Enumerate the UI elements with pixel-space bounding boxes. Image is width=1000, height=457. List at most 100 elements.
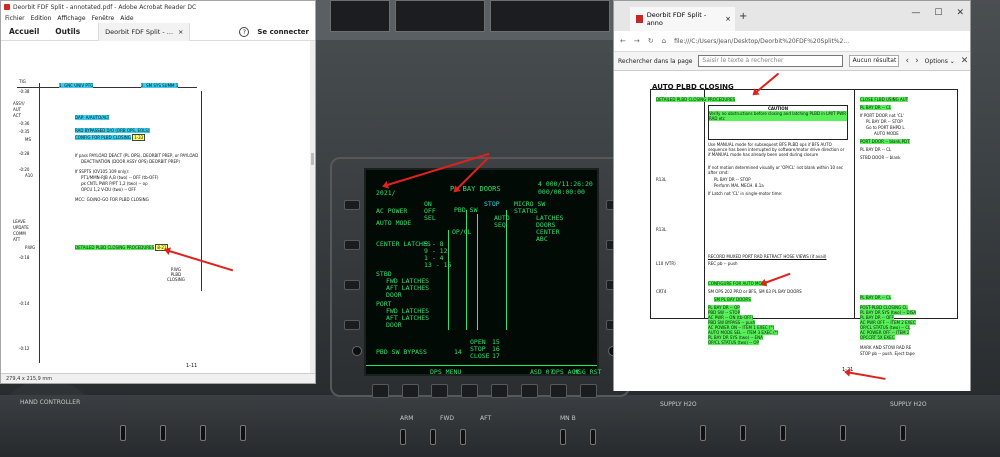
toggle-switch[interactable]	[740, 425, 746, 441]
timeline-axis	[39, 83, 40, 363]
close-tab-icon[interactable]: ×	[725, 15, 731, 23]
find-next-icon[interactable]: ›	[915, 56, 919, 66]
doc-text: RECORD MUXED PORT RAD RETRACT HOSE VIEWS…	[708, 254, 827, 259]
pdf-icon	[636, 15, 643, 23]
mdu-edge-key[interactable]	[344, 320, 360, 330]
mdu-divider	[466, 210, 467, 330]
mdu-softkey[interactable]: ASD 0?	[530, 368, 553, 376]
acrobat-menubar: Fichier Edition Affichage Fenêtre Aide	[1, 13, 315, 23]
timeline-label: ACT	[13, 113, 21, 118]
doc-step: SM PL BAY DOORS	[714, 297, 751, 302]
toggle-switch[interactable]	[240, 425, 246, 441]
panel-ref: R13L	[656, 227, 667, 232]
refresh-icon[interactable]: ↻	[648, 37, 654, 45]
menu-item-window[interactable]: Fenêtre	[92, 15, 115, 22]
toggle-switch[interactable]	[560, 429, 566, 445]
help-icon[interactable]: ?	[239, 27, 250, 37]
mdu-bezel-button[interactable]	[579, 384, 597, 398]
timeline-label: -0:38	[19, 89, 30, 94]
doc-stamp: P.WG PLBD CLOSING	[167, 267, 185, 282]
brightness-knob[interactable]	[352, 346, 362, 356]
menu-item-view[interactable]: Affichage	[57, 15, 85, 22]
doc-text: If Latch not 'CL' in single-motor time:	[708, 191, 783, 196]
page-heading: AUTO PLBD CLOSING	[652, 83, 734, 91]
mdu-softkey[interactable]: MSG RST	[574, 368, 601, 376]
forward-window	[395, 0, 485, 32]
doc-text: If pass PAYLOAD DEACT (PL OPS), DEORBIT …	[75, 153, 199, 158]
tab-tools[interactable]: Outils	[47, 27, 88, 36]
timeline-label: -0:35	[19, 129, 30, 134]
doc-text: REC pb -- push	[708, 261, 738, 266]
timeline-label: -0:14	[19, 301, 30, 306]
page-size-readout: 279,4 x 215,9 mm	[6, 376, 53, 382]
mdu-edge-key[interactable]	[344, 200, 360, 210]
toggle-switch[interactable]	[840, 425, 846, 441]
mdu-bezel-button[interactable]	[490, 384, 508, 398]
close-icon[interactable]: ×	[178, 28, 183, 36]
mdu-bezel-button[interactable]	[431, 384, 449, 398]
menu-item-file[interactable]: Fichier	[5, 15, 25, 22]
new-tab-icon[interactable]: +	[739, 11, 747, 22]
mdu-time: 4 000/11:26:20	[538, 180, 593, 188]
minimize-icon[interactable]: —	[911, 8, 920, 18]
toggle-switch[interactable]	[900, 425, 906, 441]
mdu-label: OP/CL	[452, 228, 472, 236]
mdu-bezel-button[interactable]	[520, 384, 538, 398]
maximize-icon[interactable]: ☐	[934, 8, 942, 18]
doc-step: PL BAY DR -- CL	[860, 295, 892, 300]
toggle-switch[interactable]	[460, 429, 466, 445]
mdu-edge-key[interactable]	[344, 280, 360, 290]
mdu-label: PBD SW BYPASS	[376, 348, 427, 356]
close-window-icon[interactable]: ✕	[956, 8, 964, 18]
menu-item-edit[interactable]: Edition	[31, 15, 52, 22]
scrollbar-thumb[interactable]	[311, 153, 314, 165]
find-result: Aucun résultat	[849, 55, 900, 67]
sign-in-link[interactable]: Se connecter	[257, 28, 309, 36]
toggle-switch[interactable]	[700, 425, 706, 441]
back-icon[interactable]: ←	[620, 37, 626, 45]
reference-box[interactable]: 1-33	[132, 134, 146, 141]
mdu-edge-key[interactable]	[344, 240, 360, 250]
toggle-switch[interactable]	[400, 429, 406, 445]
window-controls: — ☐ ✕	[911, 8, 964, 18]
home-icon[interactable]: ⌂	[662, 37, 666, 45]
acrobat-window: Deorbit FDF Split - annotated.pdf - Adob…	[0, 0, 316, 384]
toggle-switch[interactable]	[780, 425, 786, 441]
pdf-page: AUTO PLBD CLOSING DETAILED PLBD CLOSING …	[624, 73, 969, 387]
find-input[interactable]: Saisir le texte à rechercher	[698, 55, 844, 67]
doc-step: CLOSE FLBD USING AUT	[860, 97, 909, 102]
mdu-bezel-button[interactable]	[461, 384, 479, 398]
toggle-switch[interactable]	[590, 429, 596, 445]
document-tab-label: Deorbit FDF Split - ...	[105, 27, 174, 36]
close-find-icon[interactable]: ✕	[961, 56, 969, 66]
mdu-label: SEL	[424, 214, 436, 222]
toggle-switch[interactable]	[200, 425, 206, 441]
tab-document[interactable]: Deorbit FDF Split - ... ×	[98, 22, 191, 41]
mdu-label: AUTO MODE	[376, 219, 412, 227]
menu-item-help[interactable]: Aide	[120, 15, 133, 22]
timeline-label: ASSY/	[13, 101, 25, 106]
acrobat-scrollbar[interactable]	[310, 41, 315, 374]
url-field[interactable]: file:///C:/Users/Jean/Desktop/Deorbit%20…	[674, 38, 849, 45]
toggle-switch[interactable]	[160, 425, 166, 441]
find-options-button[interactable]: Options ⌄	[925, 58, 955, 65]
forward-icon[interactable]: →	[634, 37, 640, 45]
mdu-bezel-button[interactable]	[550, 384, 568, 398]
tab-home[interactable]: Accueil	[1, 27, 47, 36]
doc-step: OP/CL STATUS (two) -- OP	[708, 340, 759, 345]
find-previous-icon[interactable]: ‹	[905, 56, 909, 66]
edge-window: Deorbit FDF Split - anno × + — ☐ ✕ ← → ↻…	[613, 0, 971, 391]
doc-step: CONFIG FOR PLBD CLOSING 1-33	[75, 134, 146, 141]
mdu-divider	[448, 230, 449, 330]
doc-text: AUTO MODE	[874, 131, 899, 136]
mdu-label: AC POWER	[376, 207, 408, 215]
toggle-switch[interactable]	[120, 425, 126, 441]
mdu-bezel-button[interactable]	[372, 384, 389, 398]
toggle-switch[interactable]	[430, 429, 436, 445]
edge-tab[interactable]: Deorbit FDF Split - anno ×	[630, 7, 735, 31]
mdu-softkey[interactable]: DPS MENU	[430, 368, 461, 376]
doc-step: DAP: A/AUTO/ALT	[75, 115, 110, 120]
highlighted-text: DETAILED PLBD CLOSING PROCEDURES	[75, 245, 155, 250]
mdu-bezel-button[interactable]	[401, 384, 419, 398]
doc-text: PT1/MMN-RJB A,B (two) -- OFF (tb-OFF)	[81, 175, 159, 180]
